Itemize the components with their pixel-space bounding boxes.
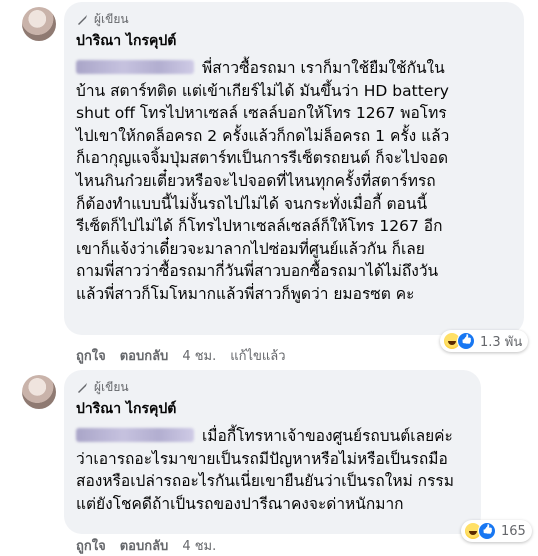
comment-line: สองหรือเปล่ารถอะไรกันเนี่ยเขายืนยันว่าเป… (76, 472, 454, 491)
comment-actions: ถูกใจ ตอบกลับ 4 ชม. แก้ไขแล้ว (76, 345, 286, 366)
author-quill-icon (78, 382, 87, 393)
avatar[interactable] (22, 375, 56, 409)
edited-label[interactable]: แก้ไขแล้ว (230, 345, 285, 366)
timestamp[interactable]: 4 ชม. (182, 345, 216, 366)
like-button[interactable]: ถูกใจ (76, 535, 106, 556)
author-name[interactable]: ปาริณา ไกรคุปต์ (76, 398, 176, 420)
reply-button[interactable]: ตอบกลับ (120, 345, 169, 366)
author-badge-label: ผู้เขียน (94, 12, 129, 26)
comment-line: แต่ยังโชคดีถ้าเป็นรถของปารีณาคงจะด่าหนัก… (76, 494, 404, 513)
author-badge: ผู้เขียน (76, 378, 129, 397)
comment-line: รีเซ็ตก็ไปไม่ได้ ก็โทรไปหาเซลล์เซลล์ก็ให… (76, 217, 443, 236)
comment-line: เมื่อกี้โทรหาเจ้าของศูนย์รถบนต์เลยค่ะ (202, 427, 453, 445)
reaction-summary[interactable]: 165 (461, 520, 532, 542)
comment-line: พี่สาวซื้อรถมา เราก็มาใช้ยืมใช้กันใน (202, 59, 445, 77)
like-button[interactable]: ถูกใจ (76, 345, 106, 366)
author-quill-icon (78, 14, 87, 25)
comment-actions: ถูกใจ ตอบกลับ 4 ชม. (76, 535, 216, 556)
reply-button[interactable]: ตอบกลับ (120, 535, 169, 556)
comment-line: เขาก็แจ้งว่าเดี๋ยวจะมาลากไปซ่อมที่ศูนย์แ… (76, 239, 425, 258)
comment-line: ไหนกินก๋วยเตี๋ยวหรือจะไปจอดที่ไหนทุกครั้… (76, 171, 436, 190)
reaction-summary[interactable]: 1.3 พัน (440, 330, 529, 352)
author-badge-label: ผู้เขียน (94, 380, 129, 394)
like-reaction-icon (457, 332, 475, 350)
like-reaction-icon (478, 522, 496, 540)
comment-line: ก็ต้องทำแบบนี้ไม่งั้นรถไปไม่ได้ จนกระทั่… (76, 194, 428, 213)
comment-text: เมื่อกี้โทรหาเจ้าของศูนย์รถบนต์เลยค่ะ ว่… (76, 425, 471, 515)
tagged-user-blurred[interactable] (76, 428, 194, 442)
comment-line: shut off โทรไปหาเซลล์ เซลล์บอกให้โทร 126… (76, 104, 447, 123)
comment-line: ถามพี่สาวว่าซื้อรถมากี่วันพี่สาวบอกซื้อร… (76, 262, 439, 281)
avatar[interactable] (22, 7, 56, 41)
comment-line: ก็เอากุญแจจิ้มปุ่มสตาร์ทเป็นการรีเซ็ตรถย… (76, 149, 449, 168)
tagged-user-blurred[interactable] (76, 60, 194, 74)
author-badge: ผู้เขียน (76, 10, 129, 29)
author-name[interactable]: ปาริณา ไกรคุปต์ (76, 30, 176, 52)
comment-bubble: ผู้เขียน ปาริณา ไกรคุปต์ เมื่อกี้โทรหาเจ… (64, 370, 481, 534)
comment-text: พี่สาวซื้อรถมา เราก็มาใช้ยืมใช้กันใน บ้า… (76, 57, 514, 306)
reaction-count: 1.3 พัน (480, 334, 523, 350)
comment-line: แล้วพี่สาวก็โมโหมากแล้วพี่สาวก็พูดว่า ยม… (76, 284, 415, 303)
comment-line: บ้าน สตาร์ทติด แต่เข้าเกียร์ไม่ได้ มันขึ… (76, 81, 449, 100)
comment-bubble: ผู้เขียน ปาริณา ไกรคุปต์ พี่สาวซื้อรถมา … (64, 2, 524, 335)
comment-line: ไปเขาให้กดล็อครถ 2 ครั้งแล้วก็กดไม่ล็อคร… (76, 126, 450, 145)
timestamp[interactable]: 4 ชม. (182, 535, 216, 556)
comment-line: ว่าเอารถอะไรมาขายเป็นรถมีปัญหาหรือไม่หรื… (76, 449, 448, 468)
reaction-count: 165 (501, 523, 526, 539)
